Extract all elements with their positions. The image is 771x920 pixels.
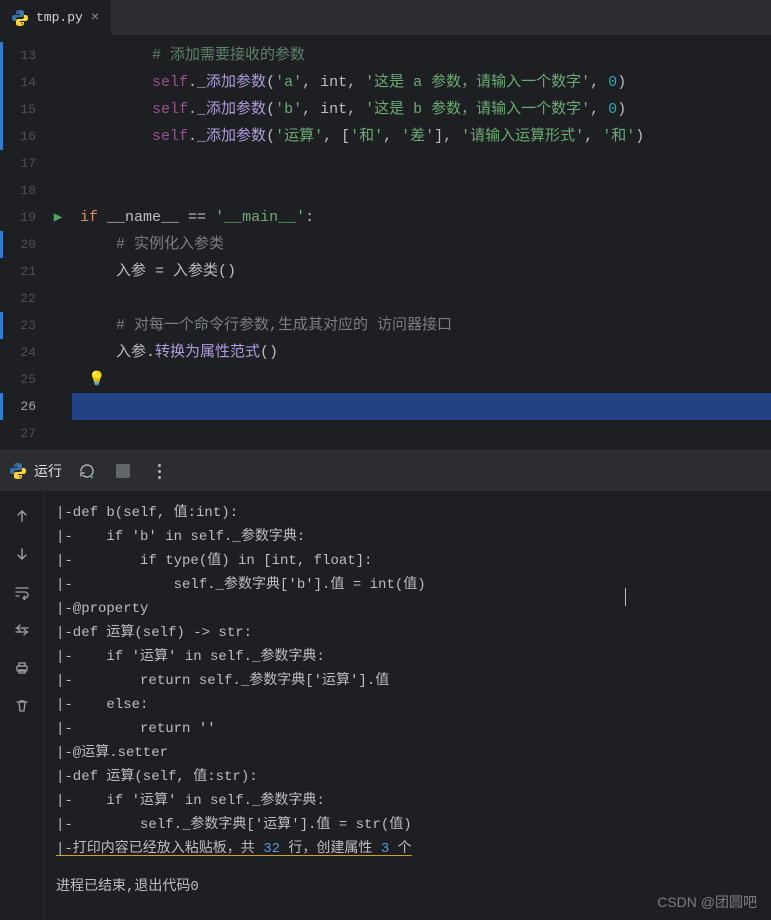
code-line[interactable]: self._添加参数('运算', ['和', '差'], '请输入运算形式', … bbox=[72, 123, 771, 150]
line-number: 14 bbox=[0, 69, 44, 96]
line-number: 20 bbox=[0, 231, 44, 258]
tab-filename: tmp.py bbox=[36, 10, 83, 25]
line-gutter: 131415161718192021222324252627 bbox=[0, 36, 44, 450]
code-line[interactable] bbox=[72, 285, 771, 312]
line-number: 15 bbox=[0, 96, 44, 123]
tab-bar: tmp.py × bbox=[0, 0, 771, 36]
line-number: 13 bbox=[0, 42, 44, 69]
terminal-output[interactable]: |-def b(self, 值:int):|- if 'b' in self._… bbox=[44, 491, 771, 920]
watermark: CSDN @团圆吧 bbox=[657, 892, 757, 912]
line-number: 16 bbox=[0, 123, 44, 150]
output-line: |- return '' bbox=[56, 717, 759, 741]
line-number: 19 bbox=[0, 204, 44, 231]
output-line: |-@property bbox=[56, 597, 759, 621]
code-line[interactable]: 入参 = 入参类() bbox=[72, 258, 771, 285]
terminal-toolbar bbox=[0, 491, 44, 920]
code-line[interactable]: self._添加参数('a', int, '这是 a 参数，请输入一个数字', … bbox=[72, 69, 771, 96]
lightbulb-icon[interactable]: 💡 bbox=[80, 367, 105, 394]
code-line[interactable]: if __name__ == '__main__': bbox=[72, 204, 771, 231]
run-gutter: ▶ bbox=[44, 36, 72, 450]
panel-title[interactable]: 运行 bbox=[10, 461, 62, 481]
line-number: 21 bbox=[0, 258, 44, 285]
output-line: |- self._参数字典['b'].值 = int(值) bbox=[56, 573, 759, 597]
code-line[interactable] bbox=[72, 150, 771, 177]
line-number: 25 bbox=[0, 366, 44, 393]
code-line[interactable]: 入参.转换为属性范式() bbox=[72, 339, 771, 366]
line-number: 22 bbox=[0, 285, 44, 312]
wrap-icon[interactable] bbox=[13, 583, 31, 601]
line-number: 26 bbox=[0, 393, 44, 420]
output-line: |- else: bbox=[56, 693, 759, 717]
output-line: |-def b(self, 值:int): bbox=[56, 501, 759, 525]
code-line[interactable] bbox=[72, 393, 771, 420]
print-icon[interactable] bbox=[13, 659, 31, 677]
output-line: |-def 运算(self) -> str: bbox=[56, 621, 759, 645]
arrow-down-icon[interactable] bbox=[13, 545, 31, 563]
code-line[interactable]: # 添加需要接收的参数 bbox=[72, 42, 771, 69]
output-line: |-def 运算(self, 值:str): bbox=[56, 765, 759, 789]
output-line: |- if '运算' in self._参数字典: bbox=[56, 789, 759, 813]
output-line: |-@运算.setter bbox=[56, 741, 759, 765]
code-line[interactable] bbox=[72, 420, 771, 434]
text-cursor bbox=[625, 588, 626, 606]
exit-status: 进程已结束,退出代码0 bbox=[56, 875, 759, 899]
output-line: |- self._参数字典['运算'].值 = str(值) bbox=[56, 813, 759, 837]
code-line[interactable]: 💡 bbox=[72, 366, 771, 393]
line-number: 23 bbox=[0, 312, 44, 339]
output-line: |- if type(值) in [int, float]: bbox=[56, 549, 759, 573]
code-line[interactable]: # 对每一个命令行参数,生成其对应的 访问器接口 bbox=[72, 312, 771, 339]
code-line[interactable] bbox=[72, 177, 771, 204]
arrow-up-icon[interactable] bbox=[13, 507, 31, 525]
code-line[interactable]: # 实例化入参类 bbox=[72, 231, 771, 258]
python-icon bbox=[10, 463, 26, 479]
run-line-icon[interactable]: ▶ bbox=[54, 209, 62, 226]
code-editor[interactable]: 131415161718192021222324252627 ▶ # 添加需要接… bbox=[0, 36, 771, 450]
output-line: |-打印内容已经放入粘贴板，共 32 行，创建属性 3 个 bbox=[56, 837, 759, 861]
file-tab[interactable]: tmp.py × bbox=[0, 0, 111, 36]
panel-header: 运行 bbox=[0, 451, 771, 491]
code-line[interactable]: self._添加参数('b', int, '这是 b 参数，请输入一个数字', … bbox=[72, 96, 771, 123]
line-number: 24 bbox=[0, 339, 44, 366]
rerun-button[interactable] bbox=[76, 460, 98, 482]
line-number: 27 bbox=[0, 420, 44, 434]
close-icon[interactable]: × bbox=[91, 10, 99, 26]
code-area[interactable]: # 添加需要接收的参数 self._添加参数('a', int, '这是 a 参… bbox=[72, 36, 771, 450]
line-number: 18 bbox=[0, 177, 44, 204]
scroll-icon[interactable] bbox=[13, 621, 31, 639]
stop-button[interactable] bbox=[112, 460, 134, 482]
python-icon bbox=[12, 10, 28, 26]
output-line: |- if 'b' in self._参数字典: bbox=[56, 525, 759, 549]
output-line: |- if '运算' in self._参数字典: bbox=[56, 645, 759, 669]
trash-icon[interactable] bbox=[13, 697, 31, 715]
more-button[interactable] bbox=[148, 460, 170, 482]
output-line: |- return self._参数字典['运算'].值 bbox=[56, 669, 759, 693]
run-panel: 运行 |-def b(self, 值:int):|- if 'b' in sel… bbox=[0, 450, 771, 920]
line-number: 17 bbox=[0, 150, 44, 177]
